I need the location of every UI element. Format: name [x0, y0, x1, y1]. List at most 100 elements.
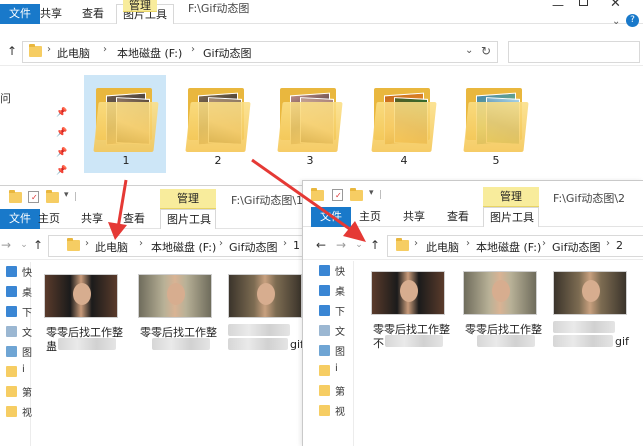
file-thumbnail[interactable] [138, 274, 212, 318]
sidebar-icon[interactable] [319, 325, 330, 336]
chevron-right-icon: › [219, 238, 223, 249]
close-button[interactable]: ✕ [610, 0, 621, 11]
thumbnail-face [257, 283, 275, 305]
sidebar-icon[interactable] [6, 346, 17, 357]
properties-icon[interactable]: ✓ [332, 189, 343, 201]
file-thumbnail[interactable] [371, 271, 445, 315]
sidebar-item-label[interactable]: 快 [22, 264, 32, 279]
window-title: F:\Gif动态图\1 [231, 194, 304, 207]
address-bar[interactable]: › 此电脑 › 本地磁盘 (F:) › Gif动态图 ⌄ ↻ [22, 41, 498, 63]
tab-picture-tools[interactable]: 图片工具 [160, 209, 216, 229]
explorer-window-2: ✓ ▾ | 管理 F:\Gif动态图\2 文件 主页 共享 查看 图片工具 ← … [302, 180, 643, 446]
tab-view[interactable]: 查看 [76, 4, 110, 24]
sidebar-item-label[interactable]: i [22, 364, 25, 375]
qat-dropdown-icon[interactable]: ▾ [369, 188, 374, 198]
sidebar-icon[interactable] [319, 385, 330, 396]
sidebar-icon[interactable] [6, 406, 17, 417]
history-dropdown-icon[interactable]: ⌄ [351, 237, 367, 253]
breadcrumb-this-pc[interactable]: 此电脑 [57, 45, 90, 61]
sidebar-item-label[interactable]: 图 [22, 344, 32, 359]
tab-home[interactable]: 主页 [353, 207, 387, 227]
dropdown-chevron-icon[interactable]: ⌄ [465, 45, 473, 56]
blurred-filename [385, 335, 443, 347]
folder-item[interactable]: 2 [180, 82, 256, 172]
breadcrumb-gif-folder[interactable]: Gif动态图 [229, 239, 277, 255]
back-arrow-icon[interactable]: ← [313, 237, 329, 253]
address-bar[interactable]: › 此电脑 › 本地磁盘 (F:) › Gif动态图 › 2 [387, 235, 643, 257]
file-thumbnail[interactable] [44, 274, 118, 318]
sidebar-icon[interactable] [6, 386, 17, 397]
sidebar-item-label[interactable]: 文 [335, 323, 345, 338]
sidebar-icon[interactable] [319, 405, 330, 416]
sidebar-item-label[interactable]: 下 [22, 304, 32, 319]
file-thumbnail[interactable] [228, 274, 302, 318]
tab-share[interactable]: 共享 [397, 207, 431, 227]
tab-manage[interactable]: 管理 [483, 187, 539, 207]
forward-arrow-icon[interactable]: → [333, 237, 349, 253]
folder-item[interactable]: 4 [366, 82, 442, 172]
file-thumbnail[interactable] [463, 271, 537, 315]
properties-icon[interactable]: ✓ [28, 191, 39, 203]
sidebar-icon[interactable] [6, 366, 17, 377]
sidebar-item-label[interactable]: 图 [335, 343, 345, 358]
breadcrumb-subfolder[interactable]: 2 [616, 239, 623, 252]
sidebar-icon[interactable] [319, 305, 330, 316]
sidebar-icon[interactable] [319, 365, 330, 376]
breadcrumb-local-disk[interactable]: 本地磁盘 (F:) [476, 239, 541, 255]
qat-separator: | [379, 190, 383, 200]
search-input[interactable] [508, 41, 640, 63]
breadcrumb-this-pc[interactable]: 此电脑 [426, 239, 459, 255]
back-arrow-icon[interactable]: → [0, 237, 14, 253]
sidebar-item-label[interactable]: 视 [22, 404, 32, 419]
sidebar-icon[interactable] [6, 286, 17, 297]
sidebar-item-label[interactable]: 文 [22, 324, 32, 339]
sidebar-icon[interactable] [319, 345, 330, 356]
folder-item[interactable]: 1 [88, 82, 164, 172]
tab-share[interactable]: 共享 [34, 4, 68, 24]
tab-view[interactable]: 查看 [441, 207, 475, 227]
sidebar-icon[interactable] [6, 306, 17, 317]
sidebar-icon[interactable] [6, 266, 17, 277]
new-folder-icon[interactable] [46, 190, 59, 203]
ribbon-collapse-icon[interactable]: ⌄ [612, 16, 620, 27]
folder-item[interactable]: 3 [272, 82, 348, 172]
sidebar-item-label[interactable]: 桌 [335, 283, 345, 298]
breadcrumb-subfolder[interactable]: 1 [293, 239, 300, 252]
sidebar-item-label[interactable]: 视 [335, 403, 345, 418]
address-bar[interactable]: › 此电脑 › 本地磁盘 (F:) › Gif动态图 › 1 [48, 235, 305, 257]
refresh-icon[interactable]: ↻ [481, 44, 491, 58]
sidebar-item-label[interactable]: 快 [335, 263, 345, 278]
file-name-line2: gif [615, 335, 629, 348]
folder-front [93, 102, 159, 152]
tab-picture-tools[interactable]: 图片工具 [483, 207, 539, 227]
breadcrumb-local-disk[interactable]: 本地磁盘 (F:) [117, 45, 182, 61]
up-arrow-icon[interactable]: ↑ [367, 237, 383, 253]
new-folder-icon[interactable] [350, 188, 363, 201]
help-icon[interactable]: ? [626, 14, 639, 27]
breadcrumb-this-pc[interactable]: 此电脑 [95, 239, 128, 255]
sidebar-item-label[interactable]: 第 [335, 383, 345, 398]
up-arrow-icon[interactable]: ↑ [4, 43, 20, 59]
sidebar-item-label[interactable]: 下 [335, 303, 345, 318]
folder-item[interactable]: 5 [458, 82, 534, 172]
qat-dropdown-icon[interactable]: ▾ [64, 190, 69, 200]
up-arrow-icon[interactable]: ↑ [30, 237, 46, 253]
breadcrumb-gif-folder[interactable]: Gif动态图 [552, 239, 600, 255]
sidebar-item-label[interactable]: i [335, 363, 338, 374]
tab-view[interactable]: 查看 [117, 209, 151, 229]
sidebar-item-label[interactable]: 第 [22, 384, 32, 399]
file-thumbnail[interactable] [553, 271, 627, 315]
breadcrumb-gif-folder[interactable]: Gif动态图 [203, 45, 251, 61]
tab-file[interactable]: 文件 [311, 207, 351, 227]
breadcrumb-local-disk[interactable]: 本地磁盘 (F:) [151, 239, 216, 255]
tab-share[interactable]: 共享 [75, 209, 109, 229]
tab-manage[interactable]: 管理 [123, 0, 157, 12]
minimize-button[interactable]: — [552, 0, 564, 12]
sidebar-icon[interactable] [319, 285, 330, 296]
sidebar-icon[interactable] [6, 326, 17, 337]
tab-manage[interactable]: 管理 [160, 189, 216, 209]
maximize-button[interactable] [579, 0, 588, 6]
sidebar-item-label[interactable]: 桌 [22, 284, 32, 299]
tab-home[interactable]: 主页 [32, 209, 66, 229]
sidebar-icon[interactable] [319, 265, 330, 276]
